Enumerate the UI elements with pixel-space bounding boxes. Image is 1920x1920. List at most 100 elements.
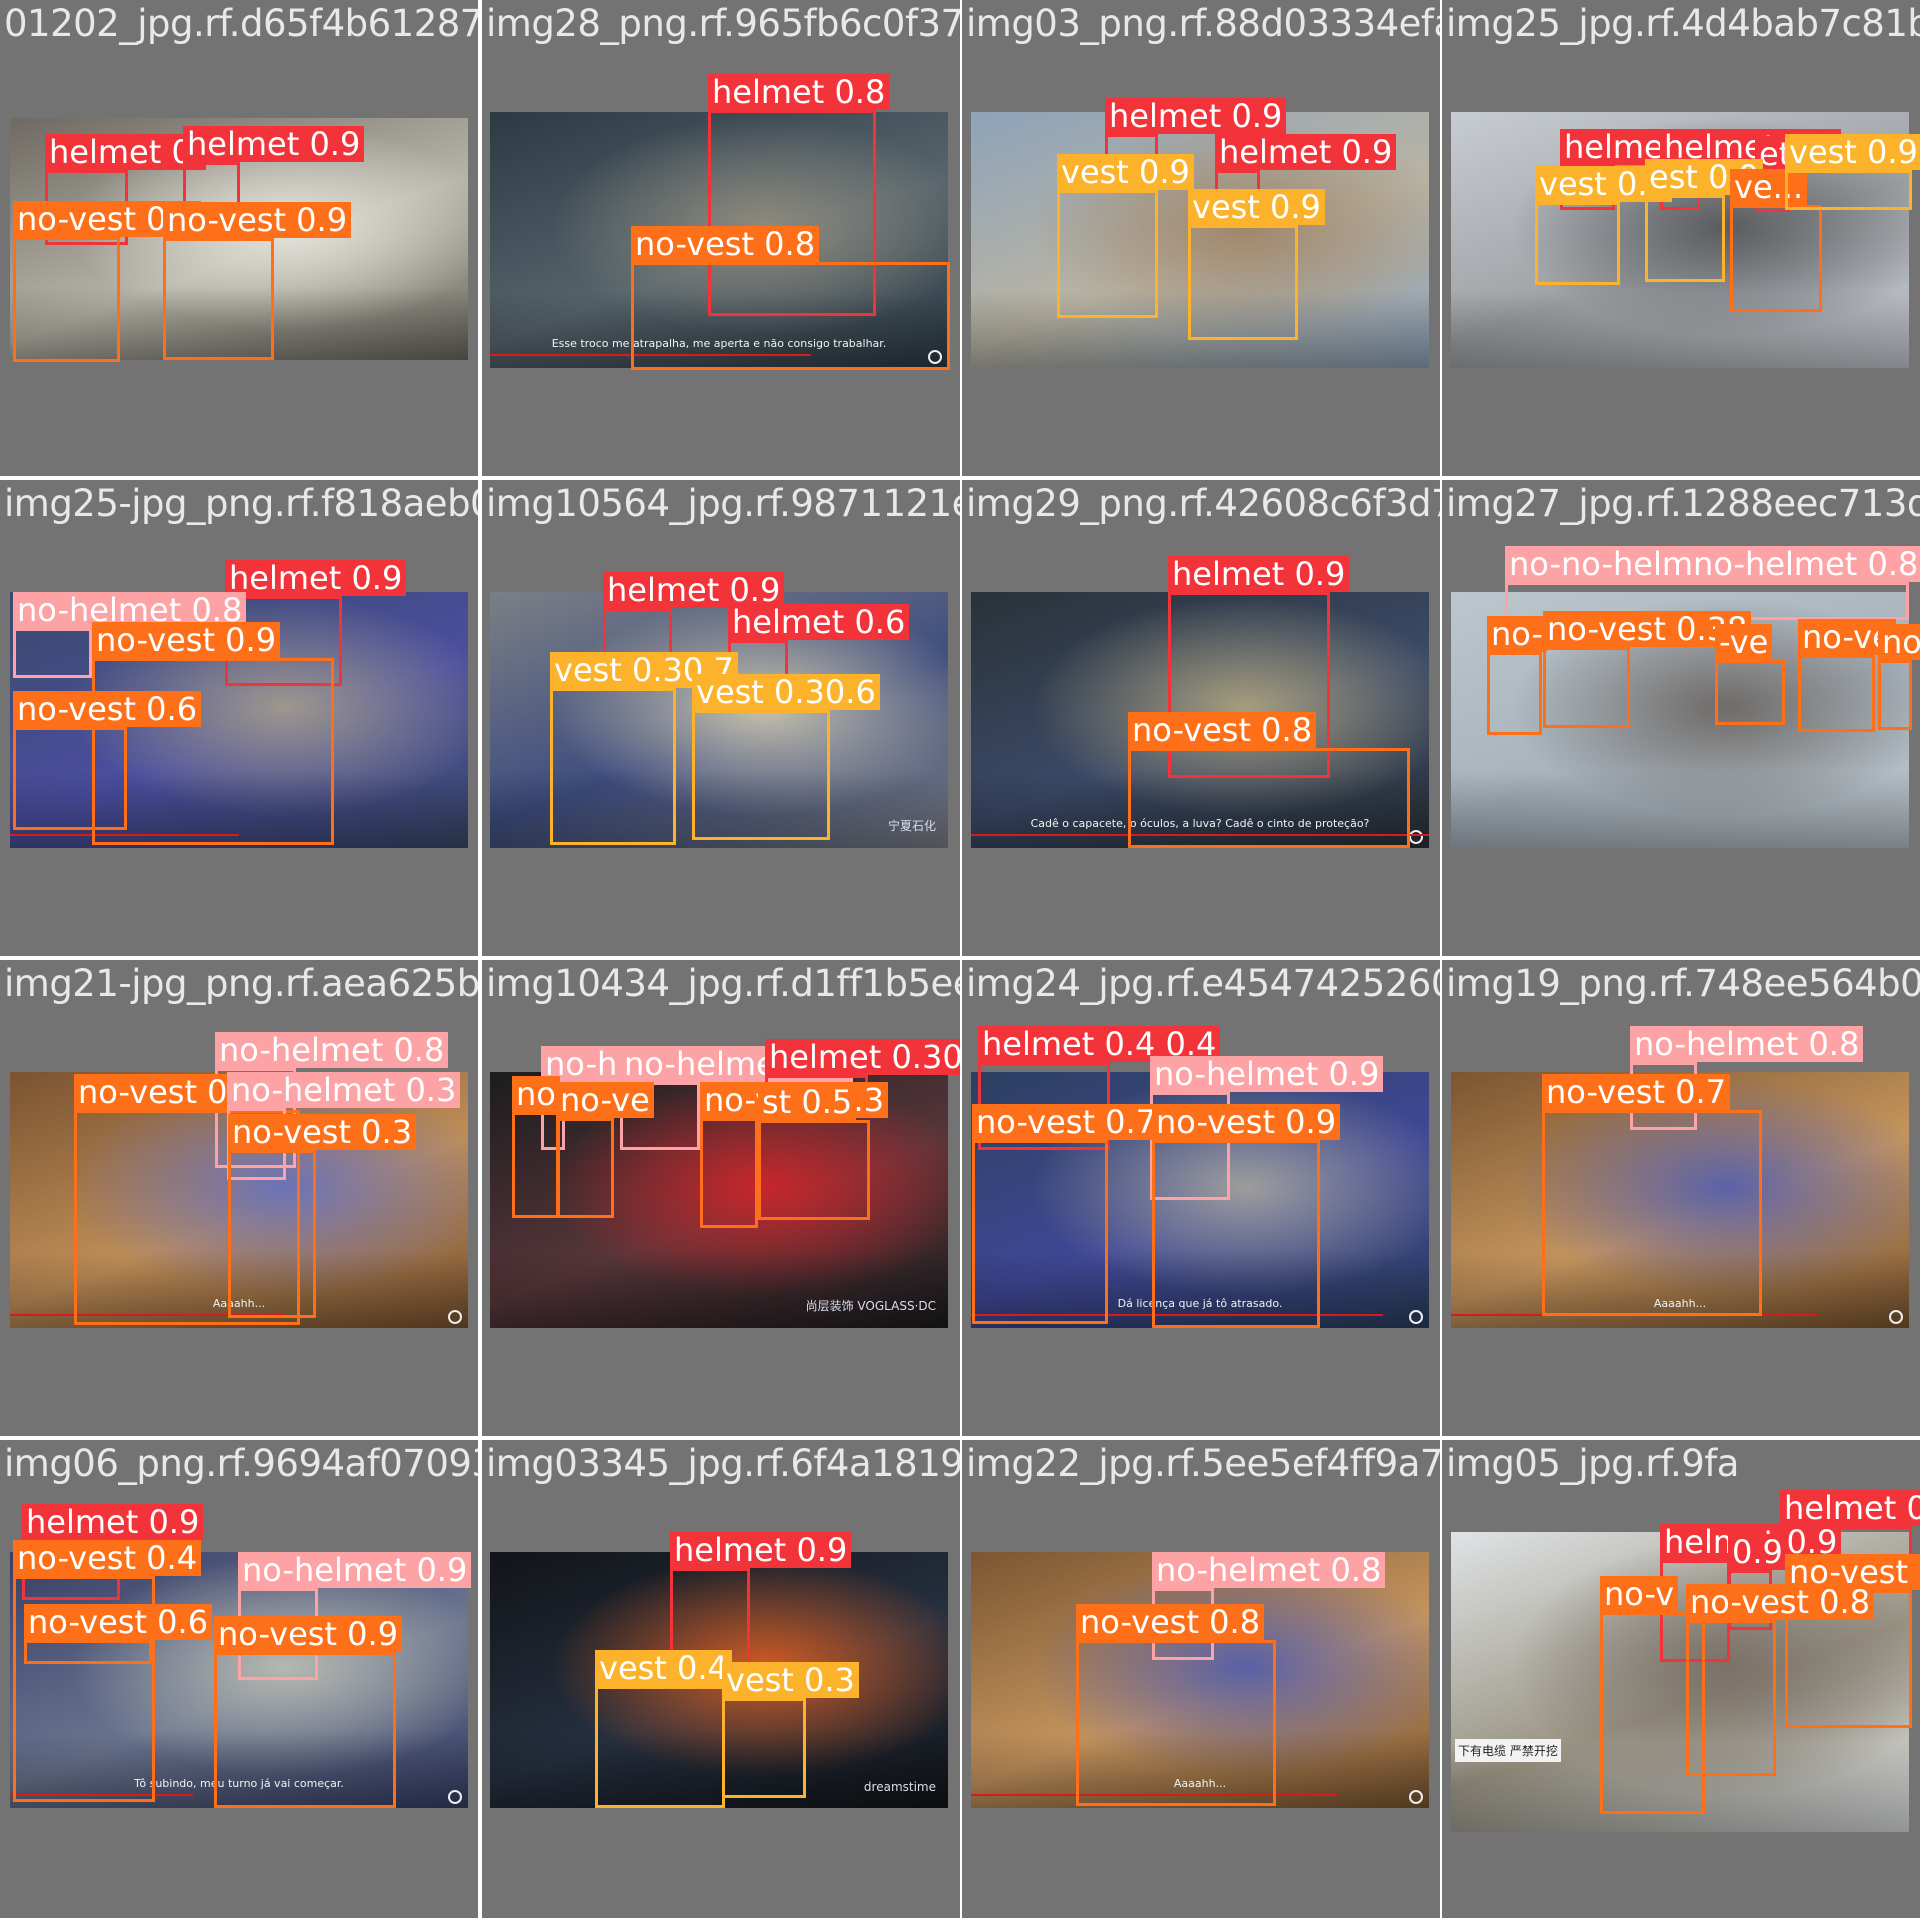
- detection-label: helmet 0.30.5: [765, 1039, 960, 1075]
- detection-label: helmet 0.: [45, 134, 206, 170]
- detection-label: helmet 0.9: [670, 1532, 852, 1568]
- tile-filename: img25-jpg_png.rf.f818aeb0a71059e3e06cf97…: [4, 482, 478, 525]
- detection-label: no-vest 0.4: [13, 1540, 202, 1576]
- player-control-icon: [448, 1790, 462, 1804]
- detection-box-no-vest: [972, 1140, 1108, 1324]
- detection-label: vest 0.4: [595, 1650, 732, 1686]
- detection-label: no-vest 0.9: [1152, 1104, 1341, 1140]
- detection-label: helmet 0.9: [22, 1504, 204, 1540]
- detection-box-no-vest: [631, 262, 950, 370]
- detection-label: no-vest 0.8: [1076, 1604, 1265, 1640]
- detection-label: no: [1878, 624, 1920, 660]
- prediction-tile[interactable]: helmehelmet 0.7et 0.8vest 0.8est 0.9ve..…: [1442, 0, 1920, 476]
- detection-label: no-vest 0.7: [1542, 1074, 1731, 1110]
- prediction-tile[interactable]: Dá licença que já tô atrasado. helmet 0.4…: [962, 960, 1440, 1436]
- watermark-text: 宁夏石化: [887, 819, 936, 833]
- watermark-text: dreamstime: [863, 1780, 936, 1794]
- detection-box-no-vest: [13, 237, 120, 362]
- detection-box-no-vest: [512, 1112, 560, 1218]
- tile-filename: img03_png.rf.88d03334efa021fcd4d4bab7c81…: [966, 2, 1440, 45]
- prediction-tile[interactable]: helmet 0.9 no-helmet 0.8 no-vest 0.9 no-ves…: [0, 480, 478, 956]
- prediction-tile[interactable]: Tô subindo, meu turno já vai começar. hel…: [0, 1440, 478, 1918]
- detection-label: no-helmet 0.8: [215, 1032, 449, 1068]
- tile-filename: img29_png.rf.42608c6f3d7692789154231288e…: [966, 482, 1440, 525]
- detection-label: vest 0.3: [722, 1662, 859, 1698]
- detection-box-vest: [722, 1698, 806, 1798]
- detection-label: no-helmet 0.9: [238, 1552, 472, 1588]
- detection-label: no-helmet 0.8: [1630, 1026, 1864, 1062]
- prediction-tile[interactable]: Aaaahh... no-helmet 0.8 no-vest 0.7 img19_p…: [1442, 960, 1920, 1436]
- detection-box-no-helmet: [13, 628, 92, 678]
- player-control-icon: [1409, 830, 1423, 844]
- watermark-text: 尚层装饰 VOGLASS·DC: [805, 1299, 936, 1313]
- prediction-tile[interactable]: 宁夏石化 helmet 0.9 helmet 0.6 vest 0.30.7 vest …: [482, 480, 960, 956]
- detection-label: no-helmet 0.9: [1150, 1056, 1384, 1092]
- detection-label: no-no-helmno-helmet 0.8: [1505, 546, 1920, 582]
- detection-box-no-vest: [228, 1150, 316, 1318]
- tile-filename: img19_png.rf.748ee564b0efd: [1446, 962, 1920, 1005]
- detection-label: no-vest 0.9: [214, 1616, 403, 1652]
- prediction-tile[interactable]: 下有电缆 严禁开挖helmet 0.helmet 0.90.9no-vest 0…: [1442, 1440, 1920, 1918]
- prediction-tile[interactable]: 尚层装饰 VOGLASS·DC no-h no-helmet 0.7 helmet 0…: [482, 960, 960, 1436]
- detection-label: no-vest 0.3: [228, 1114, 417, 1150]
- detection-label: helmet 0.9: [225, 560, 407, 596]
- prediction-tile[interactable]: Cadê o capacete, o óculos, a luva? Cadê …: [962, 480, 1440, 956]
- detection-label: no-vest 0.8: [1128, 712, 1317, 748]
- detection-box-no-vest: [1542, 1110, 1762, 1316]
- detection-label: no-vest 0.6: [13, 691, 202, 727]
- tile-filename: img05_jpg.rf.9fa: [1446, 1442, 1739, 1485]
- detection-label: no-vest 0.8: [631, 226, 820, 262]
- detection-label: helmet 0.9: [1215, 134, 1397, 170]
- prediction-tile[interactable]: Aaaahh... no-helmet 0.8 no-vest 0.9 no-helm…: [0, 960, 478, 1436]
- detection-label: st 0.5: [758, 1084, 857, 1120]
- tile-filename: img28_png.rf.965fb6c0f37628bdf0f64988d03…: [486, 2, 960, 45]
- detection-label: no-vest 0.9: [163, 202, 352, 238]
- player-control-icon: [448, 1310, 462, 1324]
- detection-box-no-vest: [163, 238, 274, 360]
- prediction-tile[interactable]: dreamstime helmet 0.9 vest 0.4 vest 0.3 img0…: [482, 1440, 960, 1918]
- tile-filename: 01202_jpg.rf.d65f4b61287f03d2282917fc969…: [4, 2, 478, 45]
- detection-box-no-vest: [1487, 652, 1542, 735]
- detection-box-no-vest: [1686, 1620, 1776, 1776]
- player-control-icon: [1409, 1310, 1423, 1324]
- image-shade: [490, 1251, 948, 1328]
- image-shade: [1451, 771, 1909, 848]
- prediction-tile[interactable]: Aaaahh... no-helmet 0.8 no-vest 0.8 img22_j…: [962, 1440, 1440, 1918]
- detection-box-no-vest: [1730, 205, 1822, 312]
- warning-sign-text: 下有电缆 严禁开挖: [1455, 1739, 1561, 1762]
- prediction-tile[interactable]: helmet 0.9 helmet 0.9 vest 0.9 vest 0.9 img0…: [962, 0, 1440, 476]
- detection-label: no-helmet 0.8: [1152, 1552, 1386, 1588]
- prediction-tile[interactable]: no-no-helmno-helmet 0.8 no-no-vest 0.38 -v…: [1442, 480, 1920, 956]
- tile-filename: img10564_jpg.rf.9871121e74c4ee4ab2987fa6…: [486, 482, 960, 525]
- player-control-icon: [1889, 1310, 1903, 1324]
- tile-filename: img22_jpg.rf.5ee5ef4ff9a7598f496dfbf6f4b…: [966, 1442, 1440, 1485]
- tile-filename: img24_jpg.rf.e4547425260019333e7481ee564…: [966, 962, 1440, 1005]
- detection-box-vest: [692, 710, 830, 840]
- tile-filename: img21-jpg_png.rf.aea625b4102d4843cff2512…: [4, 962, 478, 1005]
- detection-box-no-vest: [1878, 660, 1912, 730]
- prediction-tile[interactable]: Esse troco me atrapalha, me aperta e não…: [482, 0, 960, 476]
- detection-label: no-vest 0.7: [972, 1104, 1161, 1140]
- player-control-icon: [1409, 1790, 1423, 1804]
- detection-label: no-: [1487, 616, 1547, 652]
- tile-filename: img06_png.rf.9694af07093c4033455cbda2555…: [4, 1442, 478, 1485]
- detection-label: helmet 0.8: [708, 74, 890, 110]
- tile-filename: img10434_jpg.rf.d1ff1b5ee3f3230e: [486, 962, 960, 1005]
- detection-label: helmet 0.9: [1168, 556, 1350, 592]
- detection-label: vest 0.9: [1188, 189, 1325, 225]
- detection-label: no-ve: [556, 1082, 654, 1118]
- tile-filename: img27_jpg.rf.1288eec713d5: [1446, 482, 1920, 525]
- detection-box-no-vest: [1543, 647, 1630, 728]
- detection-label: no: [512, 1076, 560, 1112]
- detection-label: no-vest 0.6: [24, 1604, 213, 1640]
- prediction-tile[interactable]: helmet 0. helmet 0.9 no-vest 0.9 no-vest 0.…: [0, 0, 478, 476]
- detection-label: vest 0.9: [1785, 134, 1920, 170]
- detection-box-vest: [1645, 195, 1725, 282]
- detection-box-vest: [1057, 190, 1158, 318]
- prediction-grid: helmet 0. helmet 0.9 no-vest 0.9 no-vest 0.…: [0, 0, 1920, 1920]
- detection-box-vest: [1535, 202, 1620, 285]
- detection-label: no-vest 0.8: [1686, 1584, 1875, 1620]
- image-shade: [1451, 291, 1909, 368]
- detection-label: helmet 0.6: [728, 604, 910, 640]
- detection-box-no-vest: [92, 658, 334, 845]
